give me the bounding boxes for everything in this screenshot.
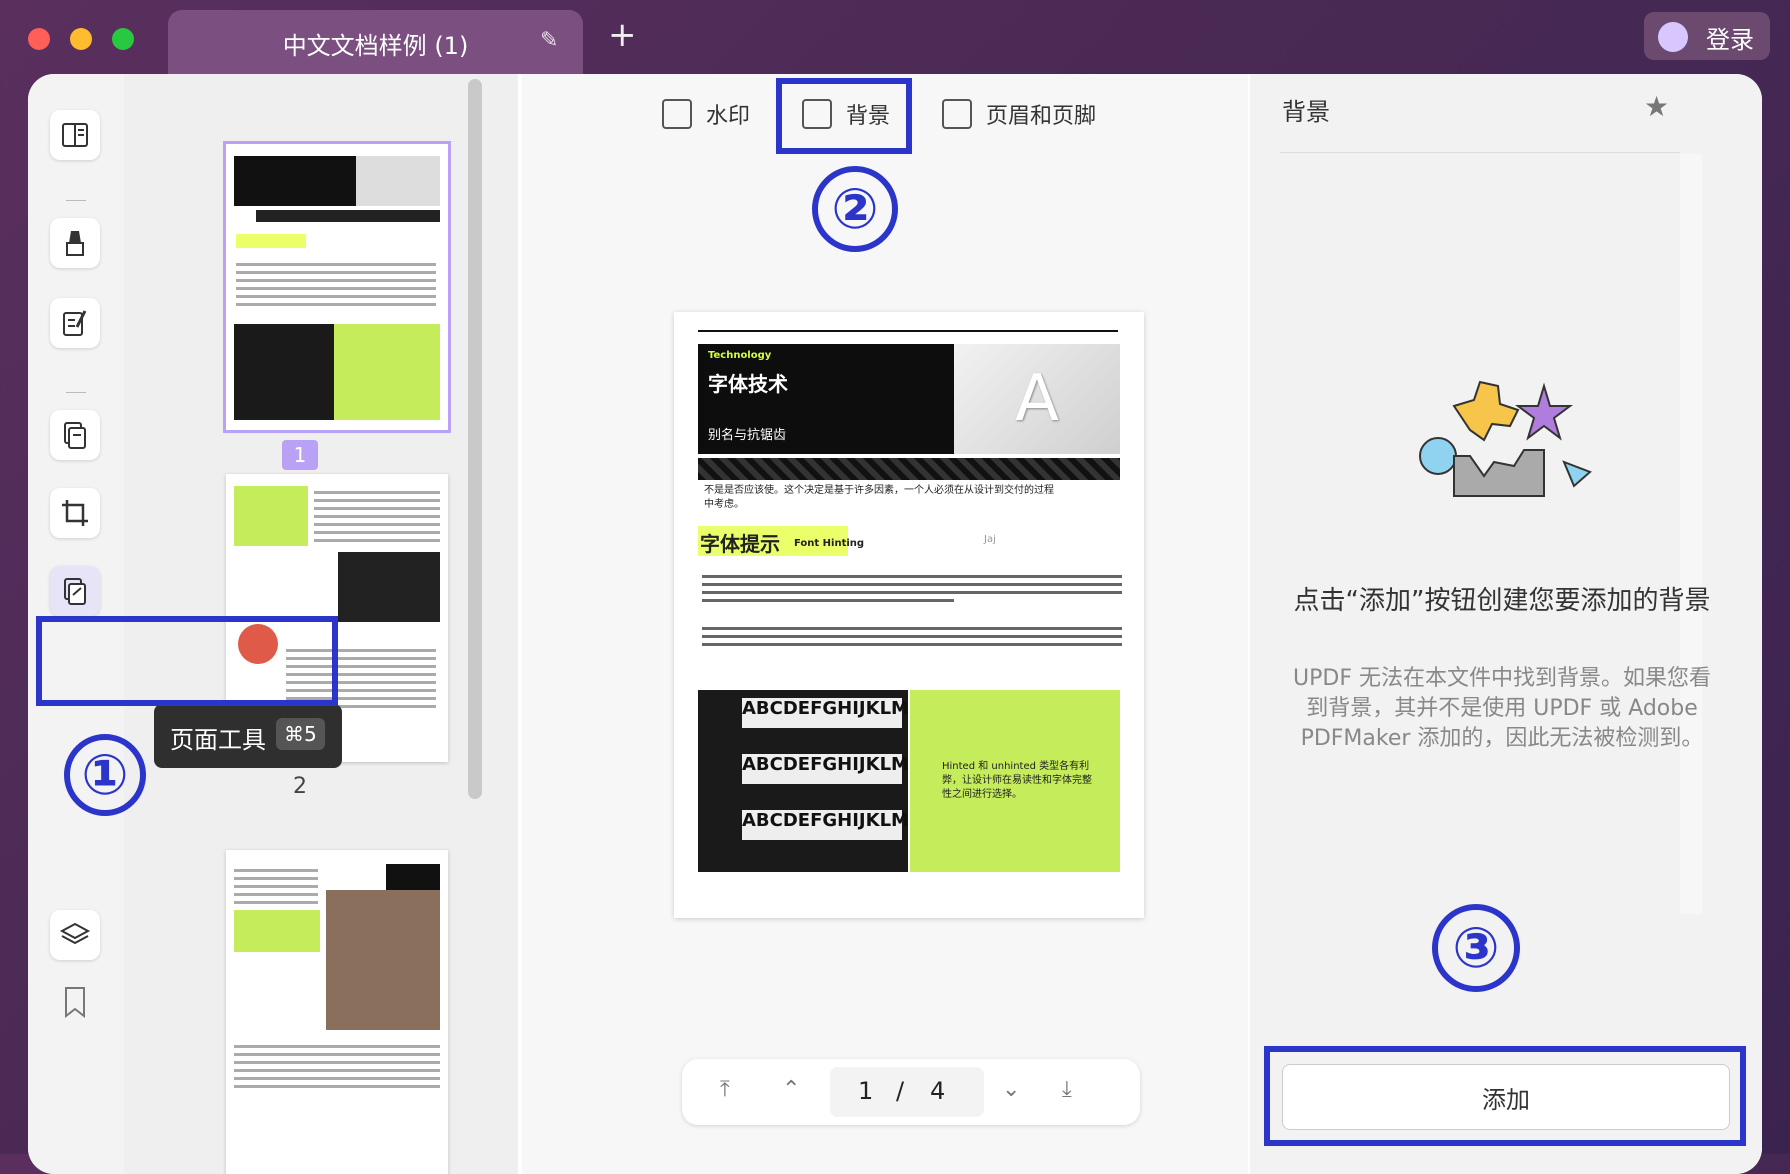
- background-panel: 背景 ★ 点击“添加”按钮创建您要添加的背景 UPDF 无法在本文件中找到背景。…: [1250, 74, 1762, 1174]
- login-label: 登录: [1706, 26, 1754, 54]
- empty-description: UPDF 无法在本文件中找到背景。如果您看到背景，其并不是使用 UPDF 或 A…: [1293, 666, 1711, 751]
- comment-tool-button[interactable]: [50, 218, 100, 268]
- body-text: [702, 570, 1122, 607]
- minimize-window-button[interactable]: [70, 28, 92, 50]
- hero-block: Technology 字体技术 别名与抗锯齿: [698, 344, 954, 454]
- book-icon: [62, 123, 88, 147]
- pencil-icon[interactable]: ✎: [540, 28, 558, 53]
- page-input[interactable]: 1 / 4: [830, 1067, 984, 1117]
- bookmark-icon[interactable]: [60, 984, 90, 1020]
- page-tools-button[interactable]: [50, 566, 100, 616]
- page-tools-icon: [64, 578, 86, 605]
- watermark-icon: [662, 99, 692, 129]
- section-title: 字体提示: [700, 532, 780, 556]
- next-page-icon[interactable]: ⌄: [1002, 1077, 1020, 1102]
- section-subtitle: Font Hinting: [794, 538, 865, 549]
- annotation-number-1: ①: [64, 734, 146, 816]
- empty-illustration: [1419, 380, 1592, 497]
- header-footer-icon: [942, 99, 972, 129]
- page-number-badge: 1: [282, 440, 318, 470]
- letter-a-image: A: [954, 344, 1120, 454]
- panel-title: 背景: [1282, 98, 1330, 126]
- document-view: 水印 背景 页眉和页脚 ② Technology 字体技术 别名与抗锯齿 A 不…: [522, 74, 1248, 1174]
- tooltip-label: 页面工具: [170, 726, 266, 754]
- page-navigator: ⤒ ⌃ 1 / 4 ⌄ ⤓: [682, 1059, 1140, 1125]
- jaj-label: Jaj: [984, 534, 996, 545]
- empty-heading: 点击“添加”按钮创建您要添加的背景: [1293, 586, 1711, 616]
- login-button[interactable]: 登录: [1644, 12, 1770, 60]
- tab-watermark-label: 水印: [706, 104, 751, 129]
- annotation-number-3: ③: [1432, 904, 1520, 992]
- annotation-number-2: ②: [812, 166, 898, 252]
- edit-tool-button[interactable]: [50, 298, 100, 348]
- page-preview: Technology 字体技术 别名与抗锯齿 A 不是是否应该使。这个决定是基于…: [674, 312, 1144, 918]
- document-tab[interactable]: 中文文档样例 (1) ✎: [168, 10, 583, 76]
- tab-header-footer-label: 页眉和页脚: [986, 104, 1097, 129]
- thumbnail-scrollbar[interactable]: [468, 79, 482, 799]
- last-page-icon[interactable]: ⤓: [1062, 1077, 1072, 1102]
- tab-watermark[interactable]: 水印: [662, 92, 750, 136]
- convert-tool-button[interactable]: [50, 410, 100, 460]
- new-tab-button[interactable]: +: [608, 18, 637, 52]
- page-thumbnail-3[interactable]: [226, 850, 448, 1174]
- page-tools-tooltip: 页面工具 ⌘5: [154, 704, 342, 768]
- crop-tool-button[interactable]: [50, 488, 100, 538]
- annotation-box-1: [36, 616, 338, 706]
- tab-header-footer[interactable]: 页眉和页脚: [942, 92, 1096, 136]
- divider: [66, 200, 86, 201]
- page-number-label: 2: [293, 774, 307, 799]
- first-page-icon[interactable]: ⤒: [720, 1077, 730, 1102]
- layers-button[interactable]: [50, 910, 100, 960]
- zoom-window-button[interactable]: [112, 28, 134, 50]
- tab-title: 中文文档样例 (1): [282, 32, 469, 60]
- add-button[interactable]: 添加: [1282, 1064, 1730, 1130]
- divider: [66, 392, 86, 393]
- green-block: Hinted 和 unhinted 类型各有利弊，让设计师在易读性和字体完整性之…: [910, 690, 1120, 872]
- user-avatar-icon: [1658, 22, 1688, 52]
- crop-icon: [62, 500, 88, 526]
- highlighter-icon: [66, 231, 84, 256]
- edit-pdf-icon: [63, 310, 87, 336]
- prev-page-icon[interactable]: ⌃: [782, 1077, 800, 1102]
- close-window-button[interactable]: [28, 28, 50, 50]
- layers-icon: [59, 922, 91, 945]
- star-icon[interactable]: ★: [1644, 90, 1669, 123]
- alphabet-image: ABCDEFGHIJKLMNO ABCDEFGHIJKLMNO ABCDEFGH…: [698, 690, 939, 872]
- annotation-box-2: [776, 78, 912, 154]
- page-thumbnail-1[interactable]: [223, 141, 451, 433]
- convert-icon: [64, 422, 86, 449]
- app-window: 1 2 页面工具 ⌘5 ① 水印 背景 页眉和页脚 ② Technology 字…: [28, 74, 1762, 1174]
- intro-text: 不是是否应该使。这个决定是基于许多因素，一个人必须在从设计到交付的过程 中考虑。: [704, 485, 1054, 510]
- tooltip-shortcut: ⌘5: [276, 718, 325, 750]
- reader-tool-button[interactable]: [50, 110, 100, 160]
